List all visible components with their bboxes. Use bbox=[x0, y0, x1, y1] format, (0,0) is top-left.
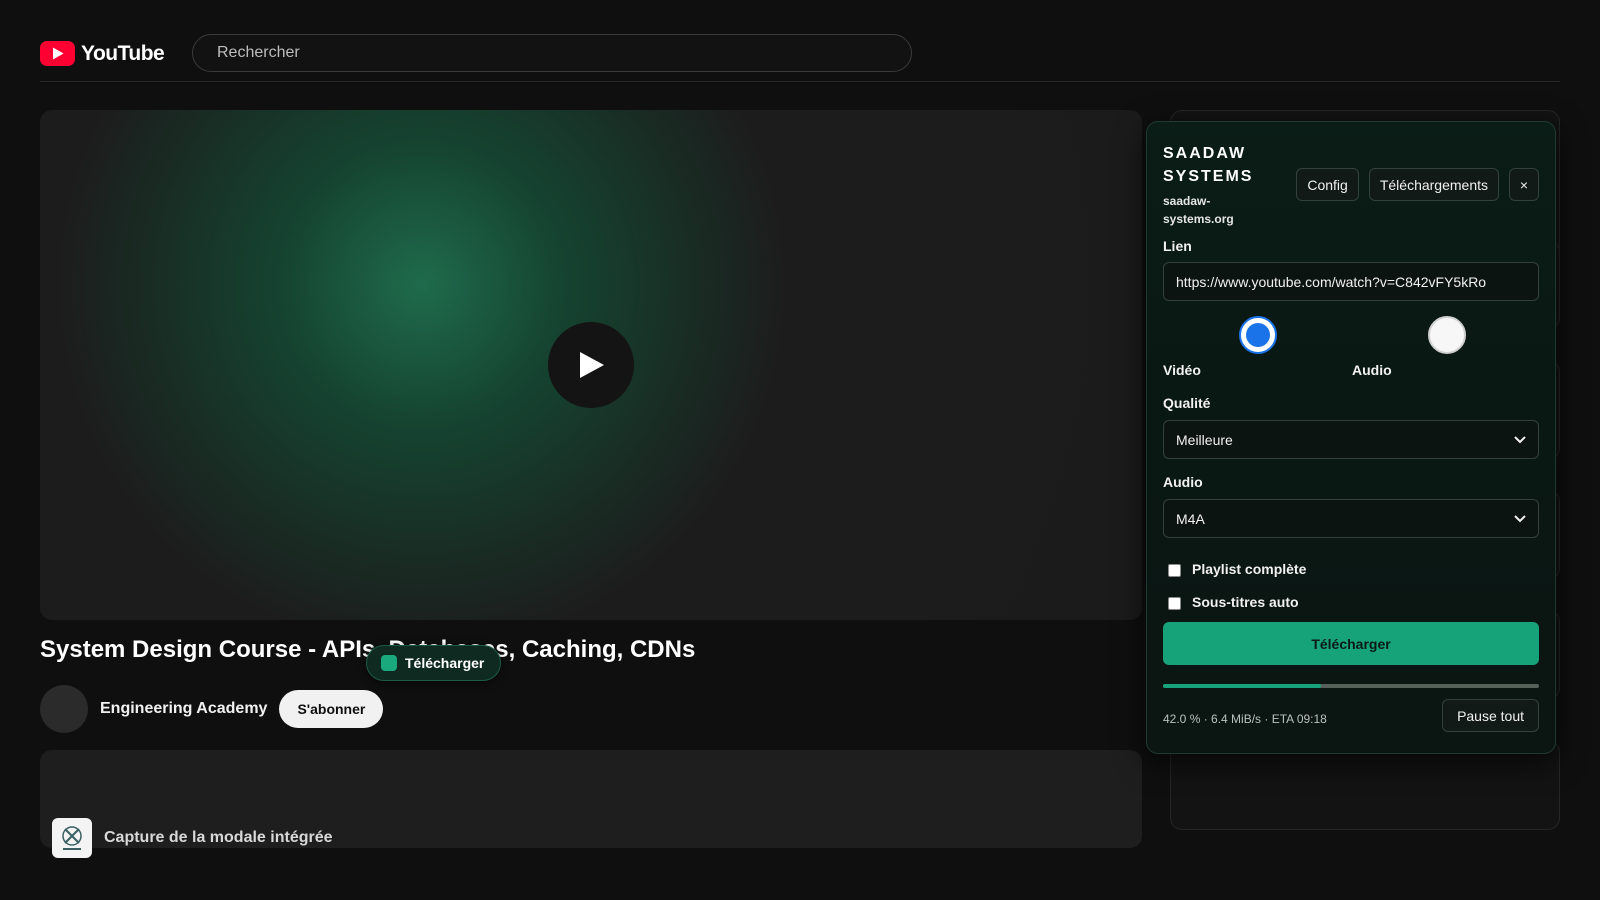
search-bar[interactable] bbox=[192, 34, 912, 72]
quality-value: Meilleure bbox=[1176, 431, 1233, 448]
brand-name: SAADAW SYSTEMS bbox=[1163, 145, 1254, 185]
playlist-checkbox-label: Playlist complète bbox=[1192, 561, 1307, 577]
floating-download-label: Télécharger bbox=[405, 655, 485, 671]
youtube-logo[interactable]: YouTube bbox=[40, 41, 165, 66]
download-status: 42.0 % · 6.4 MiB/s · ETA 09:18 bbox=[1163, 712, 1327, 726]
chevron-down-icon bbox=[1514, 514, 1526, 522]
link-input[interactable]: https://www.youtube.com/watch?v=C842vFY5… bbox=[1163, 262, 1539, 301]
subtitles-checkbox[interactable] bbox=[1168, 597, 1181, 610]
search-input[interactable] bbox=[215, 43, 889, 63]
quality-select[interactable]: Meilleure bbox=[1163, 420, 1539, 459]
video-radio[interactable] bbox=[1239, 316, 1277, 354]
quality-label: Qualité bbox=[1163, 395, 1211, 411]
subscribe-button[interactable]: S'abonner bbox=[279, 690, 384, 728]
download-button[interactable]: Télécharger bbox=[1163, 622, 1539, 665]
brand-site: saadaw-systems.org bbox=[1163, 194, 1234, 226]
capture-caption: Capture de la modale intégrée bbox=[52, 818, 333, 858]
audio-format-select[interactable]: M4A bbox=[1163, 499, 1539, 538]
floating-download-button[interactable]: Télécharger bbox=[366, 645, 502, 681]
audio-radio-label: Audio bbox=[1352, 362, 1392, 378]
play-icon bbox=[580, 352, 604, 378]
capture-label: Capture de la modale intégrée bbox=[104, 829, 333, 846]
download-progress-bar bbox=[1163, 684, 1539, 688]
downloads-button[interactable]: Téléchargements bbox=[1368, 168, 1499, 201]
channel-avatar[interactable] bbox=[40, 685, 88, 733]
masthead: YouTube bbox=[40, 34, 1560, 82]
video-radio-label: Vidéo bbox=[1163, 362, 1201, 378]
download-modal: SAADAW SYSTEMS saadaw-systems.org Config… bbox=[1146, 121, 1556, 754]
chevron-down-icon bbox=[1514, 435, 1526, 443]
video-player[interactable] bbox=[40, 110, 1142, 620]
download-progress-fill bbox=[1163, 684, 1321, 688]
link-label: Lien bbox=[1163, 238, 1192, 254]
config-button[interactable]: Config bbox=[1296, 168, 1359, 201]
channel-name[interactable]: Engineering Academy bbox=[100, 700, 267, 718]
youtube-play-icon bbox=[40, 41, 75, 66]
audio-format-label: Audio bbox=[1163, 474, 1203, 490]
saadaw-logo-icon bbox=[52, 818, 92, 858]
modal-toolbar: Config Téléchargements × bbox=[1296, 168, 1539, 201]
audio-radio[interactable] bbox=[1428, 316, 1466, 354]
audio-format-value: M4A bbox=[1176, 510, 1205, 527]
subtitles-checkbox-label: Sous-titres auto bbox=[1192, 594, 1299, 610]
modal-brand: SAADAW SYSTEMS saadaw-systems.org bbox=[1163, 142, 1283, 228]
logo-text: YouTube bbox=[81, 41, 165, 65]
pause-all-button[interactable]: Pause tout bbox=[1442, 699, 1539, 732]
close-button[interactable]: × bbox=[1509, 168, 1539, 201]
playlist-checkbox[interactable] bbox=[1168, 564, 1181, 577]
download-badge-icon bbox=[381, 655, 397, 671]
play-button[interactable] bbox=[548, 322, 634, 408]
channel-row: Engineering Academy S'abonner bbox=[40, 685, 384, 733]
